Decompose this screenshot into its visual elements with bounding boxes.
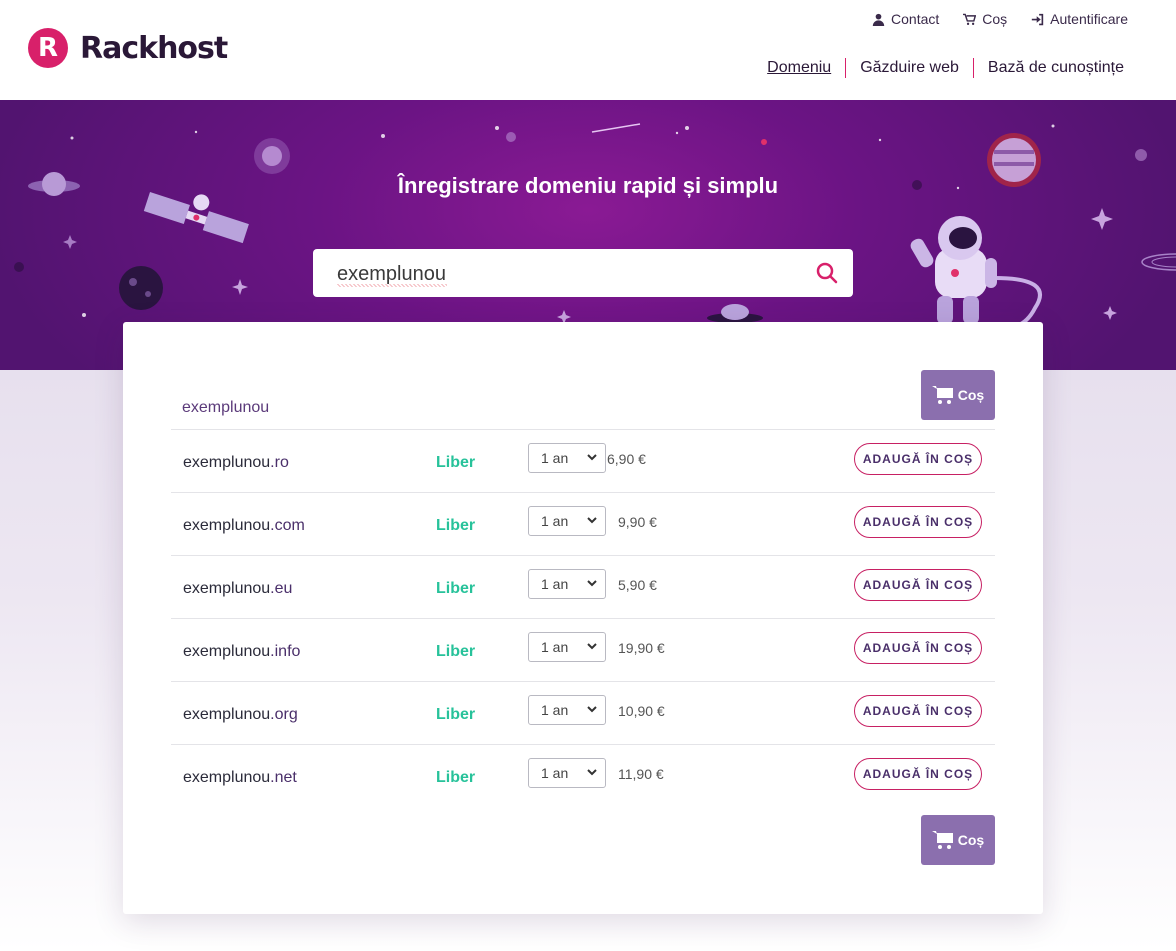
period-select[interactable]: 1 an <box>528 569 606 599</box>
period-value: 1 an <box>541 513 569 529</box>
contact-label: Contact <box>891 11 940 27</box>
period-select[interactable]: 1 an <box>528 632 606 662</box>
chevron-down-icon <box>587 454 597 461</box>
domain-tld: .org <box>270 706 298 723</box>
period-select[interactable]: 1 an <box>528 695 606 725</box>
period-value: 1 an <box>541 702 569 718</box>
domain-name: exemplunou.eu <box>183 580 292 598</box>
domain-tld: .ro <box>270 454 289 471</box>
add-to-cart-button[interactable]: ADAUGĂ ÎN COȘ <box>854 758 982 790</box>
domain-base: exemplunou <box>183 706 271 723</box>
table-row: exemplunou.info Liber 1 an 19,90 € ADAUG… <box>171 618 995 681</box>
search-query-label: exemplunou <box>182 399 270 416</box>
period-value: 1 an <box>541 576 569 592</box>
results-list: exemplunou.ro Liber 1 an 6,90 € ADAUGĂ Î… <box>171 429 995 807</box>
logo[interactable]: R Rackhost <box>28 28 228 68</box>
add-to-cart-button[interactable]: ADAUGĂ ÎN COȘ <box>854 569 982 601</box>
add-to-cart-button[interactable]: ADAUGĂ ÎN COȘ <box>854 443 982 475</box>
availability-status: Liber <box>436 454 476 471</box>
domain-base: exemplunou <box>183 454 271 471</box>
period-select[interactable]: 1 an <box>528 506 606 536</box>
chevron-down-icon <box>587 706 597 713</box>
login-label: Autentificare <box>1050 11 1128 27</box>
domain-tld: .net <box>270 769 297 786</box>
cart-button-top[interactable]: Coș <box>921 370 995 420</box>
cart-icon <box>931 831 953 849</box>
availability-status: Liber <box>436 580 476 597</box>
add-to-cart-button[interactable]: ADAUGĂ ÎN COȘ <box>854 506 982 538</box>
chevron-down-icon <box>587 643 597 650</box>
contact-link[interactable]: Contact <box>872 11 939 27</box>
domain-search-box <box>313 249 853 297</box>
cart-link[interactable]: Coș <box>963 11 1007 27</box>
site-header: R Rackhost Contact Coș Autentificare Dom… <box>0 0 1176 100</box>
price: 11,90 € <box>618 766 664 782</box>
spellcheck-underline <box>337 284 447 287</box>
domain-name: exemplunou.com <box>183 517 305 535</box>
price: 9,90 € <box>618 514 657 530</box>
top-links: Contact Coș Autentificare <box>872 11 1128 27</box>
logo-mark-icon: R <box>28 28 68 68</box>
domain-name: exemplunou.ro <box>183 454 289 472</box>
domain-base: exemplunou <box>183 643 271 660</box>
nav-item-hosting[interactable]: Găzduire web <box>845 58 973 78</box>
availability-status: Liber <box>436 706 476 723</box>
period-select[interactable]: 1 an <box>528 443 606 473</box>
domain-tld: .com <box>270 517 305 534</box>
cart-icon <box>931 386 953 404</box>
table-row: exemplunou.ro Liber 1 an 6,90 € ADAUGĂ Î… <box>171 429 995 492</box>
domain-name: exemplunou.info <box>183 643 300 661</box>
domain-base: exemplunou <box>183 769 271 786</box>
availability-status: Liber <box>436 769 476 786</box>
chevron-down-icon <box>587 517 597 524</box>
results-card: Coș exemplunou exemplunou.ro Liber 1 an … <box>123 322 1043 914</box>
nav-item-knowledge[interactable]: Bază de cunoștințe <box>972 58 1124 78</box>
domain-tld: .eu <box>270 580 293 597</box>
table-row: exemplunou.net Liber 1 an 11,90 € ADAUGĂ… <box>171 744 995 807</box>
user-icon <box>872 13 885 26</box>
cart-button-label: Coș <box>957 387 985 403</box>
period-select[interactable]: 1 an <box>528 758 606 788</box>
search-icon[interactable] <box>815 261 839 285</box>
period-value: 1 an <box>541 450 569 466</box>
table-row: exemplunou.eu Liber 1 an 5,90 € ADAUGĂ Î… <box>171 555 995 618</box>
chevron-down-icon <box>587 769 597 776</box>
add-to-cart-button[interactable]: ADAUGĂ ÎN COȘ <box>854 695 982 727</box>
domain-base: exemplunou <box>183 517 271 534</box>
price: 5,90 € <box>618 577 657 593</box>
price: 6,90 € <box>607 451 646 467</box>
domain-name: exemplunou.net <box>183 769 297 787</box>
price: 19,90 € <box>618 640 665 656</box>
sign-in-icon <box>1031 13 1044 25</box>
login-link[interactable]: Autentificare <box>1031 11 1128 27</box>
period-value: 1 an <box>541 765 569 781</box>
cart-button-bottom[interactable]: Coș <box>921 815 995 865</box>
domain-name: exemplunou.org <box>183 706 298 724</box>
availability-status: Liber <box>436 643 476 660</box>
period-value: 1 an <box>541 639 569 655</box>
availability-status: Liber <box>436 517 476 534</box>
cart-label: Coș <box>982 11 1008 27</box>
main-nav: Domeniu Găzduire web Bază de cunoștințe <box>753 58 1124 78</box>
price: 10,90 € <box>618 703 665 719</box>
add-to-cart-button[interactable]: ADAUGĂ ÎN COȘ <box>854 632 982 664</box>
logo-text: Rackhost <box>80 30 228 66</box>
domain-tld: .info <box>270 643 301 660</box>
domain-base: exemplunou <box>183 580 271 597</box>
cart-icon <box>963 13 977 25</box>
nav-item-domain[interactable]: Domeniu <box>753 58 845 78</box>
cart-button-label: Coș <box>957 832 985 848</box>
chevron-down-icon <box>587 580 597 587</box>
table-row: exemplunou.com Liber 1 an 9,90 € ADAUGĂ … <box>171 492 995 555</box>
table-row: exemplunou.org Liber 1 an 10,90 € ADAUGĂ… <box>171 681 995 744</box>
hero-title: Înregistrare domeniu rapid și simplu <box>397 173 779 198</box>
